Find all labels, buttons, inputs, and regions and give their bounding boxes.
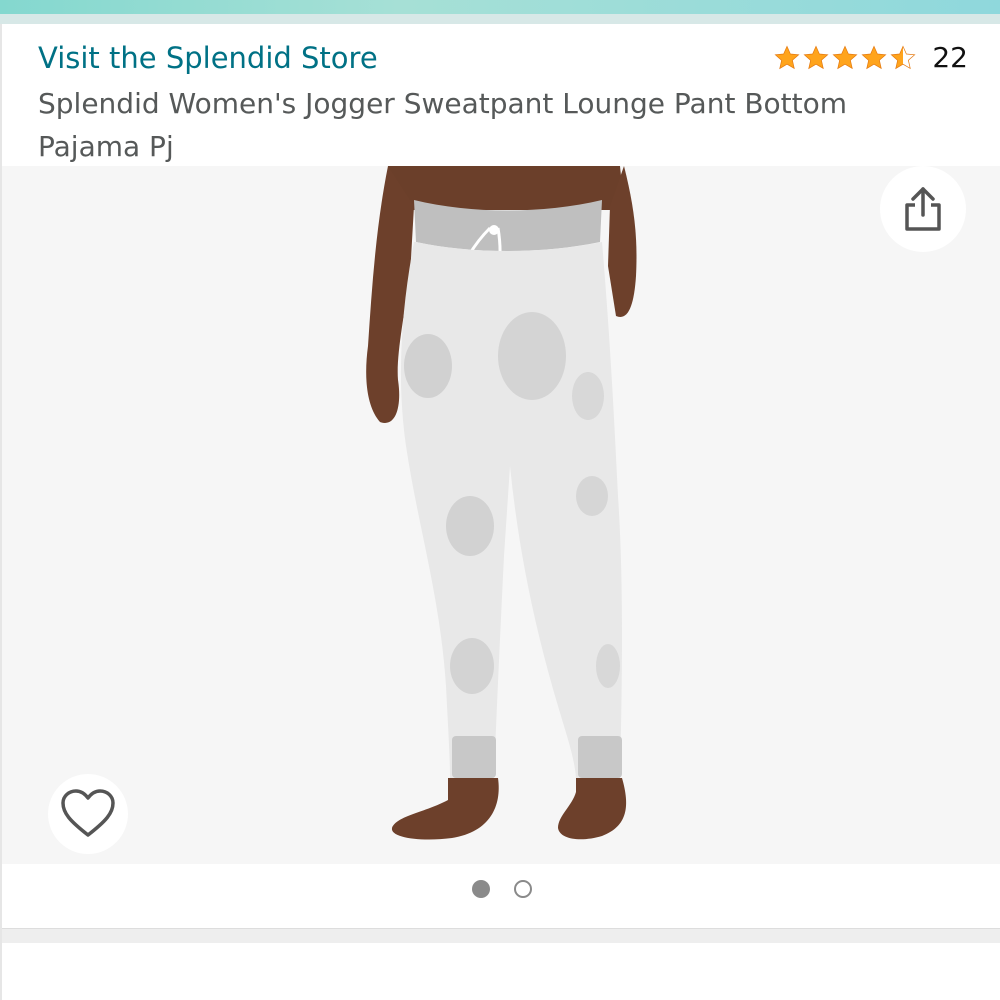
star-rating[interactable] xyxy=(773,44,918,72)
product-title: Splendid Women's Jogger Sweatpant Lounge… xyxy=(38,87,848,163)
share-icon xyxy=(905,187,941,231)
browser-top-strip-edge xyxy=(0,14,1000,24)
product-image-carousel[interactable] xyxy=(2,166,1000,864)
share-button[interactable] xyxy=(880,166,966,252)
heart-icon xyxy=(61,789,115,837)
rating-summary[interactable]: 22 xyxy=(773,38,968,78)
carousel-dot-active[interactable] xyxy=(472,880,490,898)
carousel-indicator xyxy=(2,880,1000,898)
half-star-icon xyxy=(890,45,916,70)
carousel-dot[interactable] xyxy=(514,880,532,898)
star-icon xyxy=(774,45,800,70)
rating-count[interactable]: 22 xyxy=(932,38,968,78)
star-icon xyxy=(803,45,829,70)
store-link[interactable]: Visit the Splendid Store xyxy=(38,38,378,78)
section-divider xyxy=(2,928,1000,943)
add-to-list-button[interactable] xyxy=(48,774,128,854)
star-icon xyxy=(861,45,887,70)
product-image[interactable] xyxy=(362,166,652,864)
product-page: Visit the Splendid Store 22 Splendid Wom… xyxy=(0,24,1000,1000)
star-icon xyxy=(832,45,858,70)
